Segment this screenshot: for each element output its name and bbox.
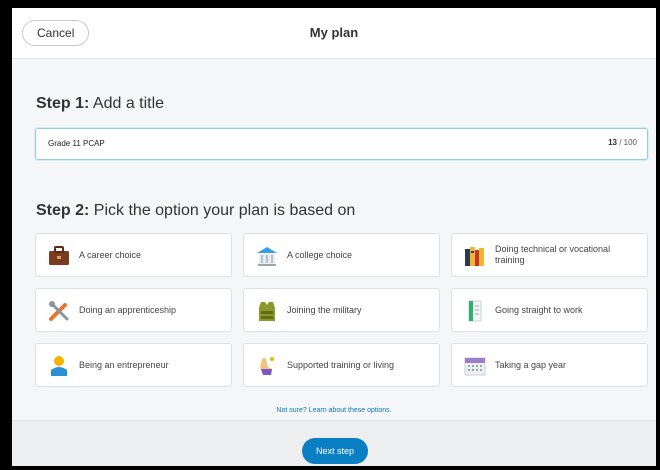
learn-about-options-link[interactable]: Not sure? Learn about these options. [12, 407, 656, 414]
option-label: Being an entrepreneur [79, 359, 169, 370]
option-college-choice[interactable]: A college choice [243, 233, 440, 277]
plan-dialog: Cancel My plan Step 1: Add a title 13 / … [12, 8, 656, 466]
option-straight-to-work[interactable]: Going straight to work [451, 288, 648, 332]
option-label: Doing an apprenticeship [79, 304, 177, 315]
briefcase-icon [49, 246, 69, 265]
character-count: 13 [608, 138, 617, 147]
option-entrepreneur[interactable]: Being an entrepreneur [35, 343, 232, 387]
page-title: My plan [309, 25, 359, 40]
option-label: Doing technical or vocational training [495, 244, 611, 265]
option-apprenticeship[interactable]: Doing an apprenticeship [35, 288, 232, 332]
step1-heading: Step 1: Add a title [36, 95, 164, 113]
option-label: A career choice [79, 249, 142, 260]
character-limit: / 100 [616, 138, 637, 147]
tools-icon [49, 301, 69, 321]
step2-heading: Step 2: Pick the option your plan is bas… [36, 202, 355, 220]
books-icon [465, 247, 484, 266]
checklist-icon [468, 300, 482, 322]
college-building-icon [257, 247, 277, 266]
option-career-choice[interactable]: A career choice [35, 233, 232, 277]
option-label: Taking a gap year [495, 359, 567, 370]
option-gap-year[interactable]: Taking a gap year [451, 343, 648, 387]
entrepreneur-icon [51, 356, 67, 376]
step1-text: Add a title [92, 95, 165, 112]
option-label: A college choice [287, 249, 353, 260]
title-field[interactable]: 13 / 100 [35, 128, 648, 160]
option-label: Supported training or living [287, 359, 395, 370]
option-supported-training[interactable]: Supported training or living [243, 343, 440, 387]
step2-prefix: Step 2: [36, 202, 90, 219]
title-input[interactable] [46, 138, 550, 149]
character-counter: 13 / 100 [608, 138, 637, 147]
option-label: Joining the military [287, 304, 362, 315]
option-technical-training[interactable]: Doing technical or vocational training [451, 233, 648, 277]
top-bar: Cancel My plan [12, 8, 656, 59]
step1-prefix: Step 1: [36, 95, 90, 112]
helping-hand-icon [260, 357, 274, 375]
step2-text: Pick the option your plan is based on [93, 202, 356, 219]
next-step-button[interactable]: Next step [302, 438, 368, 464]
military-vest-icon [259, 302, 275, 321]
option-military[interactable]: Joining the military [243, 288, 440, 332]
calendar-icon [464, 357, 486, 376]
option-label: Going straight to work [495, 304, 583, 315]
